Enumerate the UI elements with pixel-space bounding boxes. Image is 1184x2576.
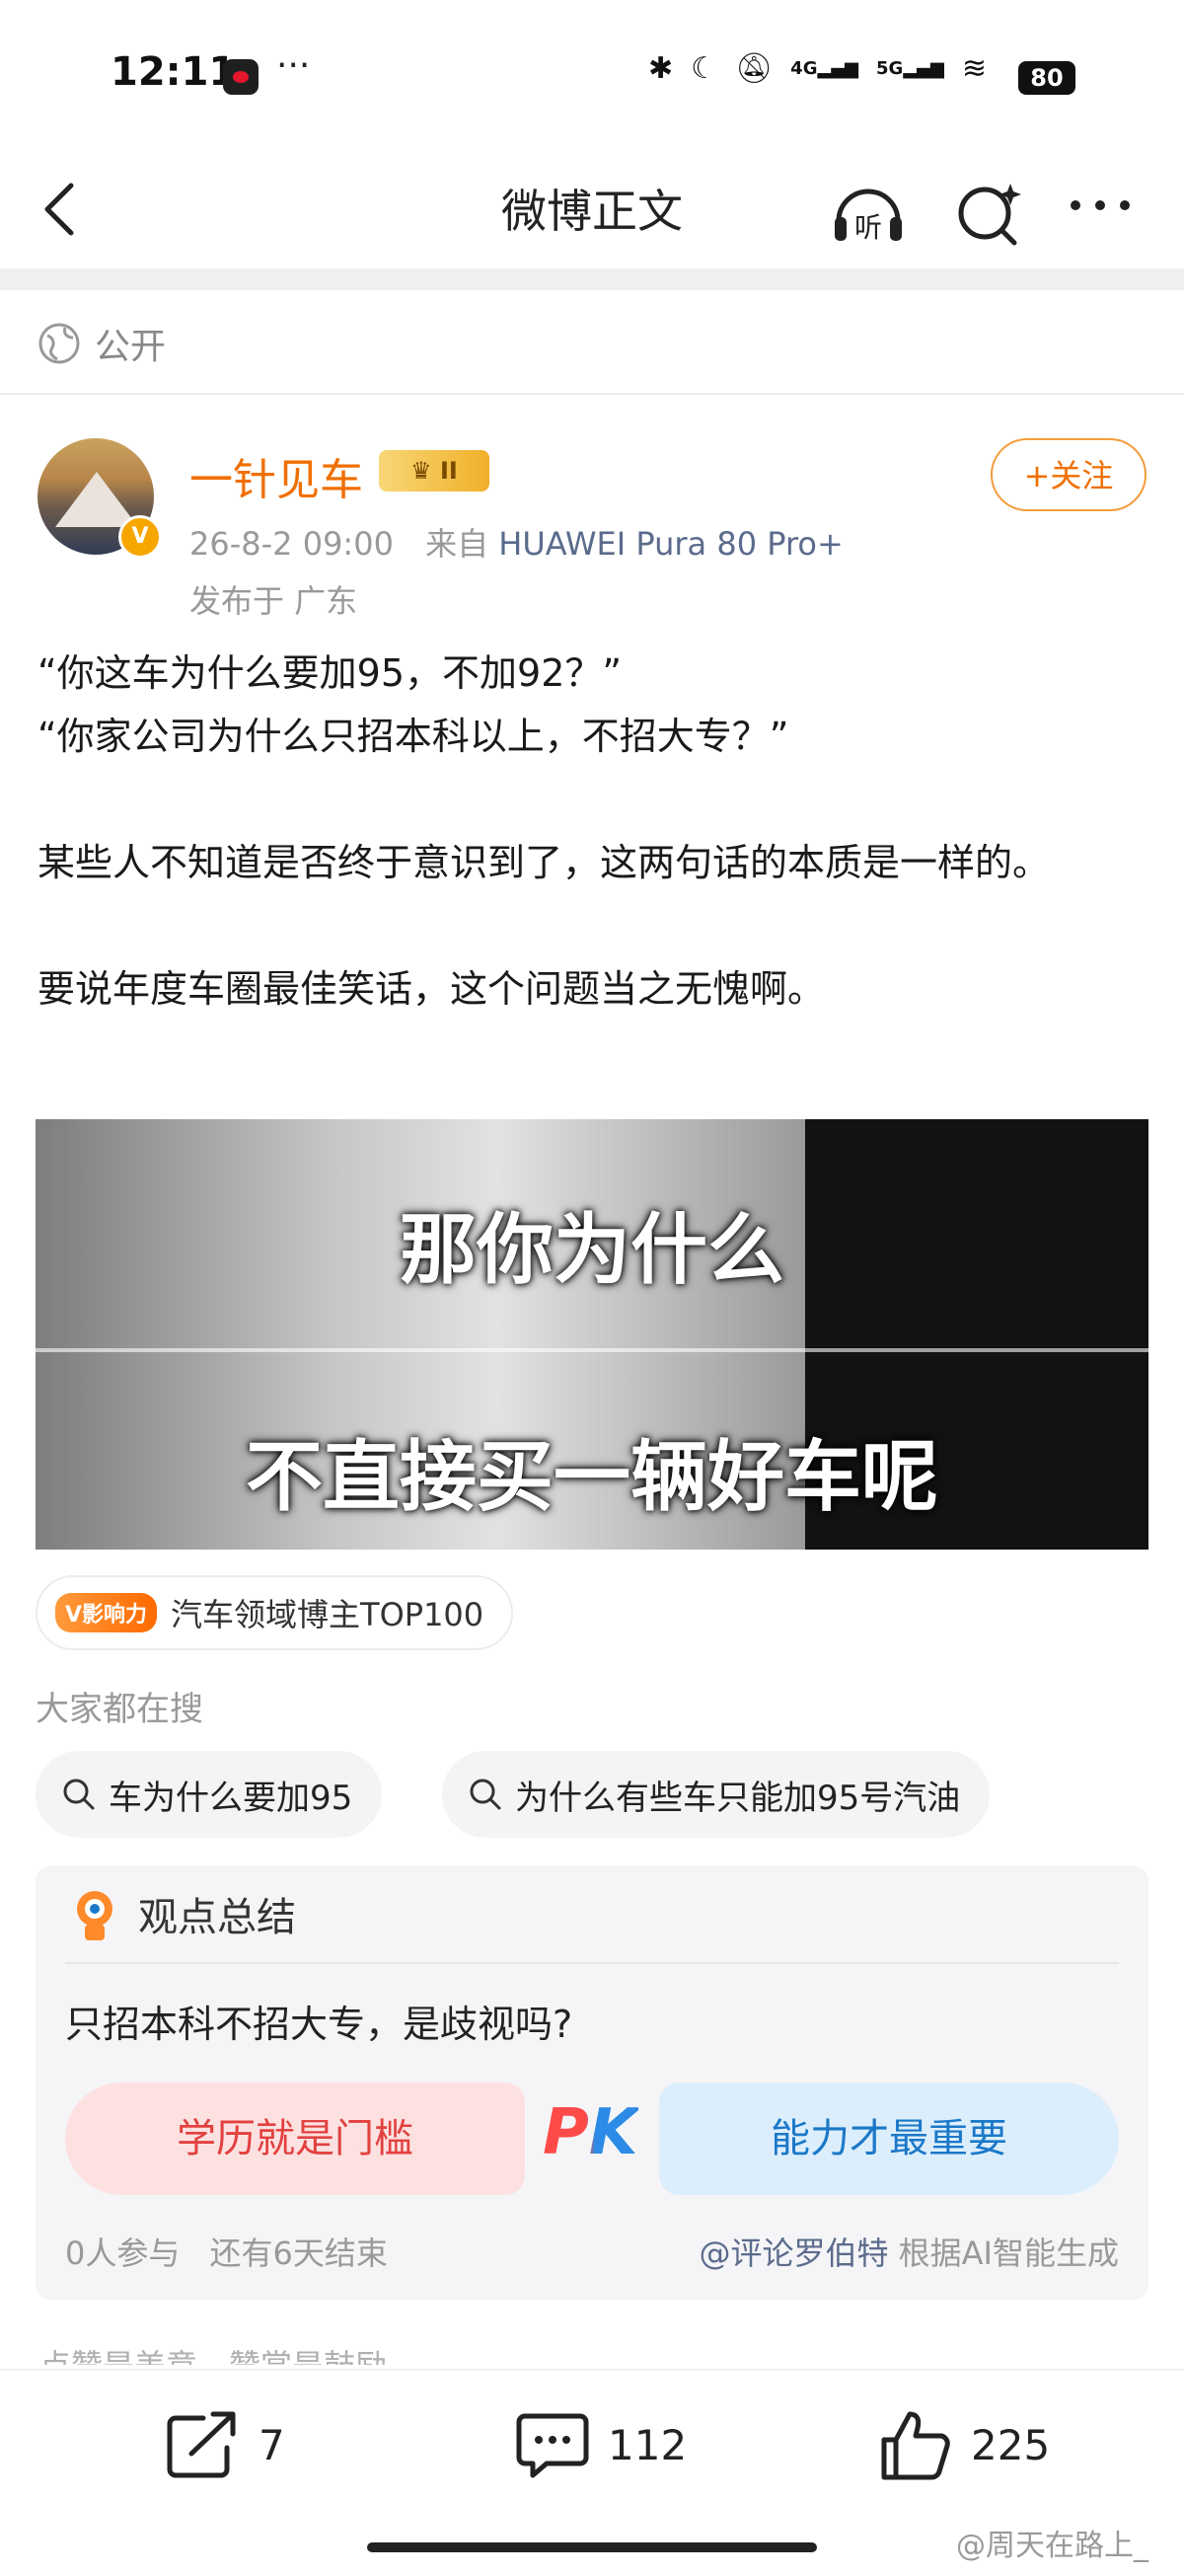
image-caption-bottom: 不直接买一辆好车呢 [245, 1432, 938, 1522]
repost-count: 7 [259, 2420, 285, 2469]
ai-credit: @评论罗伯特 根据AI智能生成 [699, 2229, 1119, 2274]
home-indicator[interactable] [367, 2542, 817, 2552]
visibility-row: 公开 [37, 318, 166, 369]
repost-button[interactable]: 7 [164, 2408, 285, 2481]
signal-4g-icon: 4G▂▄▆ [790, 58, 859, 79]
battery-indicator: 80 [1018, 61, 1075, 95]
influence-tag: V影响力 [55, 1593, 158, 1632]
watermark: @周天在路上_ [956, 2529, 1148, 2563]
section-divider [0, 393, 1184, 395]
moon-icon: ☾ [691, 51, 718, 86]
pk-option-left[interactable]: 学历就是门槛 [65, 2083, 525, 2195]
bluetooth-icon: ✱ [648, 51, 674, 86]
weibo-notification-icon [223, 59, 259, 95]
image-caption-top: 那你为什么 [399, 1205, 784, 1295]
influence-badge[interactable]: V影响力 汽车领域博主TOP100 [36, 1575, 514, 1650]
verified-badge-icon: V [118, 515, 162, 559]
ai-search-button[interactable] [953, 178, 1024, 253]
pk-option-right[interactable]: 能力才最重要 [659, 2083, 1119, 2195]
repost-icon [167, 2411, 236, 2478]
generator-suffix: 根据AI智能生成 [888, 2235, 1119, 2272]
search-chip[interactable]: 车为什么要加95 [36, 1751, 383, 1838]
signal-5g-icon: 5G▂▄▆ [876, 58, 944, 79]
opinion-title: 观点总结 [138, 1895, 296, 1940]
mute-icon: 🔕︎ [735, 51, 774, 86]
trending-searches-title: 大家都在搜 [36, 1690, 203, 1729]
search-chip-label: 车为什么要加95 [109, 1778, 353, 1818]
thumbs-up-icon [881, 2411, 950, 2480]
wifi-icon: ≋ [961, 51, 987, 86]
member-level-badge: ♛ II [379, 450, 489, 492]
comment-icon [516, 2413, 589, 2478]
like-count: 225 [971, 2420, 1051, 2469]
more-icon [1071, 200, 1130, 210]
pk-icon: PK [543, 2096, 638, 2169]
headphones-icon: 听 [835, 189, 902, 244]
like-button[interactable]: 225 [876, 2408, 1050, 2481]
post-image[interactable]: 那你为什么 不直接买一辆好车呢 [36, 1119, 1148, 1550]
reward-hint: 点赞是美意，赞赏是鼓励 [39, 2341, 387, 2365]
post-meta: 26-8-2 09:00 来自 HUAWEI Pura 80 Pro+ [189, 519, 844, 565]
status-bar: 12:11 ··· ✱ ☾ 🔕︎ 4G▂▄▆ 5G▂▄▆ ≋ 80 [0, 0, 1184, 148]
opinion-stats: 0人参与 还有6天结束 [65, 2229, 388, 2274]
source-prefix: 来自 [425, 525, 489, 563]
card-divider [65, 1962, 1119, 1964]
post-location: 发布于 广东 [189, 582, 358, 620]
search-icon [470, 1779, 501, 1810]
post-text: “你这车为什么要加95，不加92？” “你家公司为什么只招本科以上，不招大专？”… [37, 651, 1051, 1011]
robot-mascot-icon [77, 1891, 112, 1940]
status-time: 12:11 [111, 49, 237, 95]
comment-count: 112 [608, 2420, 688, 2469]
globe-icon [38, 323, 80, 364]
header-divider [0, 268, 1184, 290]
listen-button[interactable]: 听 [829, 178, 908, 251]
remaining-time: 还有6天结束 [209, 2235, 388, 2272]
visibility-label: 公开 [95, 327, 167, 367]
more-notifications-icon: ··· [276, 45, 311, 86]
participant-count: 0人参与 [65, 2235, 181, 2272]
search-chip-label: 为什么有些车只能加95号汽油 [515, 1778, 961, 1818]
search-spark-icon [958, 184, 1021, 246]
svg-text:听: 听 [854, 211, 882, 244]
status-icons: ✱ ☾ 🔕︎ 4G▂▄▆ 5G▂▄▆ ≋ [648, 51, 987, 86]
more-options-button[interactable] [1066, 193, 1135, 227]
generator-name[interactable]: @评论罗伯特 [699, 2235, 888, 2272]
comment-button[interactable]: 112 [513, 2408, 687, 2481]
search-icon [63, 1779, 95, 1810]
influence-label: 汽车领域博主TOP100 [171, 1596, 484, 1633]
author-name[interactable]: 一针见车 [189, 444, 363, 507]
search-chip[interactable]: 为什么有些车只能加95号汽油 [442, 1751, 991, 1838]
device-link[interactable]: HUAWEI Pura 80 Pro+ [498, 525, 844, 563]
opinion-question: 只招本科不招大专，是歧视吗? [65, 2003, 573, 2046]
follow-button[interactable]: +关注 [991, 438, 1147, 511]
post-timestamp: 26-8-2 09:00 [189, 525, 394, 563]
